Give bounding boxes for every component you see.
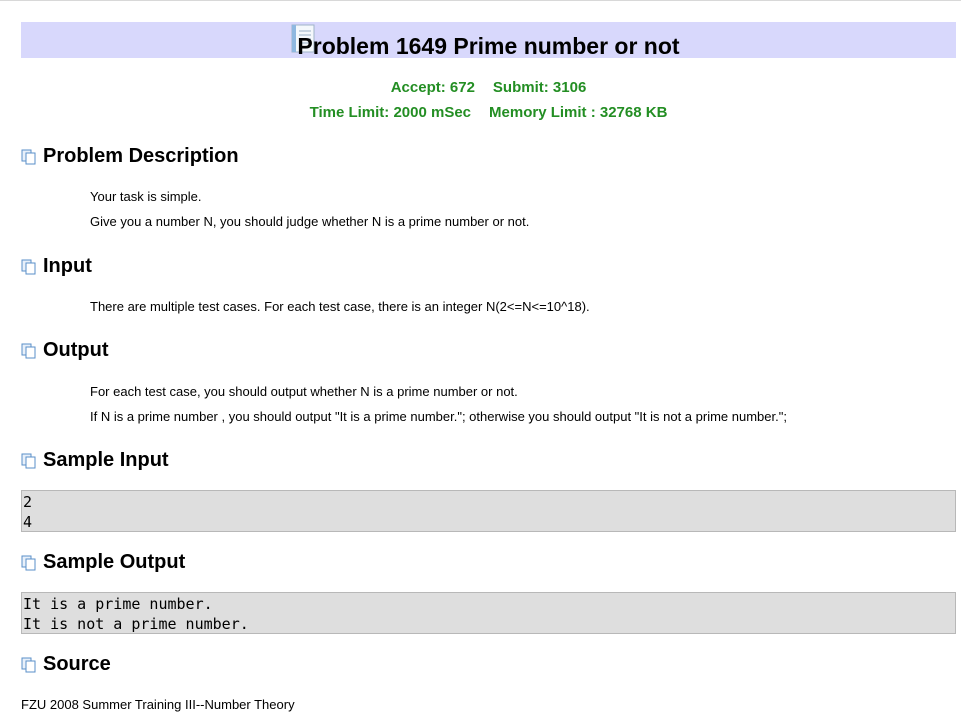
time-limit: Time Limit: 2000 mSec [309,104,472,121]
copy-pages-icon [21,149,36,165]
sample-output-box: It is a prime number. It is not a prime n… [21,592,956,634]
section-source-title: Source [43,653,111,675]
section-description-header: Problem Description [21,144,239,168]
section-sample-input-title: Sample Input [43,449,169,471]
submit-count: Submit: 3106 [492,79,587,96]
section-sample-output-title: Sample Output [43,551,186,573]
section-sample-input-header: Sample Input [21,448,169,472]
sample-output-line: It is not a prime number. [23,615,249,633]
section-source-header: Source [21,652,111,676]
section-output-title: Output [43,339,109,361]
section-output-header: Output [21,338,109,362]
copy-pages-icon [21,657,36,673]
accept-count: Accept: 672 [390,79,475,96]
section-description-title: Problem Description [43,145,239,167]
title-bar: Problem 1649 Prime number or not [21,22,956,59]
stats-line-2: Time Limit: 2000 mSec Memory Limit : 3276… [21,104,956,122]
sample-input-box: 24 [21,490,956,532]
input-line: There are multiple test cases. For each … [90,299,590,314]
copy-pages-icon [21,343,36,359]
memory-limit: Memory Limit : 32768 KB [489,104,668,121]
output-line: For each test case, you should output wh… [90,384,518,399]
source-link[interactable]: FZU 2008 Summer Training III--Number The… [21,697,295,713]
section-input-title: Input [43,255,92,277]
sample-input-line: 4 [23,513,33,531]
sample-input-line: 2 [23,493,33,511]
stats-line-1: Accept: 672 Submit: 3106 [21,79,956,97]
sample-output-line: It is a prime number. [23,595,213,613]
copy-pages-icon [21,259,36,275]
copy-pages-icon [21,453,36,469]
section-input-header: Input [21,254,92,278]
section-sample-output-header: Sample Output [21,550,185,574]
problem-title: Problem 1649 Prime number or not [297,33,680,59]
problem-page: Problem 1649 Prime number or not Accept:… [0,0,961,720]
description-line: Your task is simple. [90,189,202,204]
copy-pages-icon [21,555,36,571]
description-line: Give you a number N, you should judge wh… [90,214,530,229]
output-line: If N is a prime number , you should outp… [90,409,787,424]
